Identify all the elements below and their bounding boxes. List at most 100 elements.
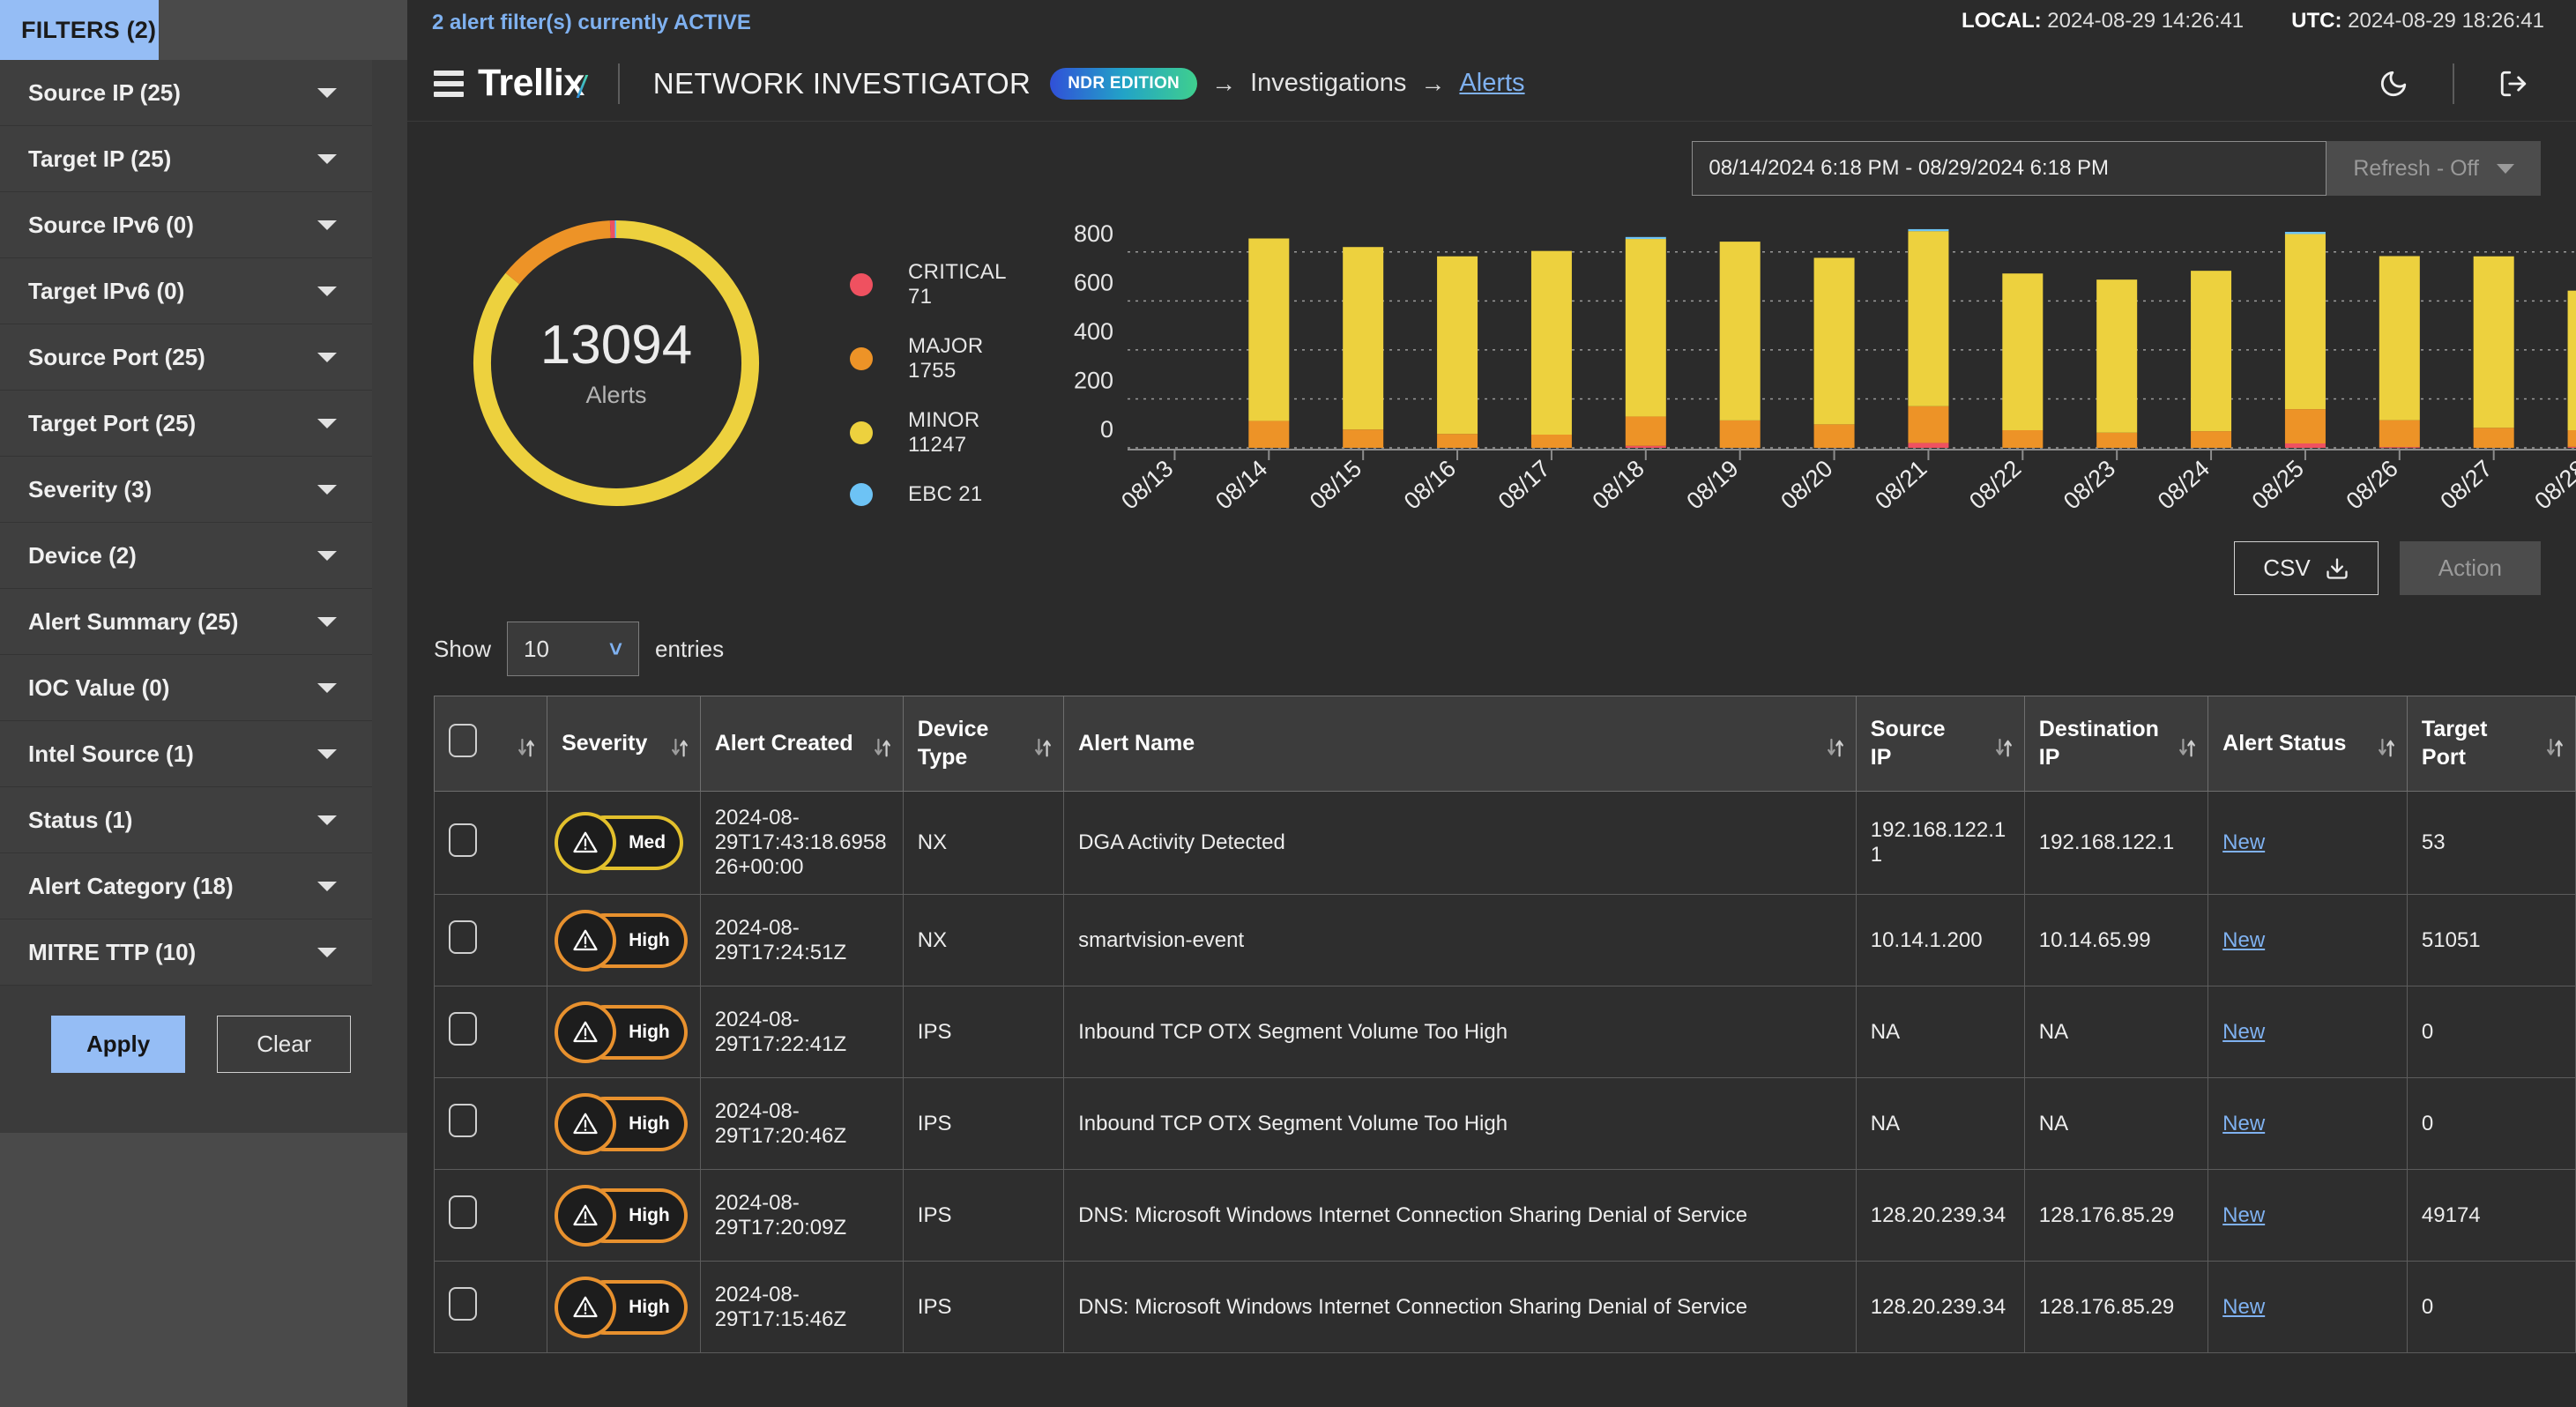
sort-icon[interactable] <box>1826 738 1845 761</box>
legend-item[interactable]: MAJOR 1755 <box>850 334 1006 383</box>
table-header-checkbox[interactable] <box>435 696 547 792</box>
legend-item[interactable]: EBC 21 <box>850 482 1006 507</box>
bar-segment-critical[interactable] <box>1908 443 1948 448</box>
alert-status-link[interactable]: New <box>2222 1203 2265 1227</box>
bar-segment-critical[interactable] <box>2285 443 2326 448</box>
breadcrumb-alerts[interactable]: Alerts <box>1459 69 1524 98</box>
bar-segment-minor[interactable] <box>1531 251 1572 435</box>
filter-row[interactable]: Target IPv6 (0) <box>0 258 372 324</box>
filter-row[interactable]: Target Port (25) <box>0 391 372 457</box>
bar-segment-minor[interactable] <box>2096 279 2137 433</box>
row-checkbox[interactable] <box>449 1104 477 1137</box>
table-header-alert_created[interactable]: Alert Created <box>700 696 903 792</box>
bar-segment-critical[interactable] <box>2567 447 2576 448</box>
bar-segment-major[interactable] <box>1531 435 1572 448</box>
bar-segment-major[interactable] <box>1343 429 1383 448</box>
bar-segment-major[interactable] <box>2379 421 2420 448</box>
menu-icon[interactable] <box>434 71 464 97</box>
filter-row[interactable]: Status (1) <box>0 787 372 853</box>
sort-icon[interactable] <box>2178 738 2197 761</box>
entries-per-page-select[interactable]: 10 ˅ <box>507 622 639 676</box>
bar-segment-minor[interactable] <box>1720 242 1761 421</box>
bar-segment-major[interactable] <box>2474 428 2514 448</box>
bar-segment-minor[interactable] <box>2567 291 2576 430</box>
bar-segment-ebc[interactable] <box>1908 229 1948 231</box>
action-button[interactable]: Action <box>2400 541 2541 595</box>
table-header-alert_status[interactable]: Alert Status <box>2208 696 2408 792</box>
table-header-destination_ip[interactable]: DestinationIP <box>2024 696 2207 792</box>
bar-segment-minor[interactable] <box>1343 247 1383 429</box>
legend-item[interactable]: MINOR 11247 <box>850 408 1006 458</box>
filter-row[interactable]: Intel Source (1) <box>0 721 372 787</box>
bar-segment-minor[interactable] <box>2474 257 2514 428</box>
bar-segment-major[interactable] <box>1813 424 1854 448</box>
bar-segment-major[interactable] <box>1626 416 1666 445</box>
table-row[interactable]: High2024-08-29T17:20:46ZIPSInbound TCP O… <box>435 1078 2576 1170</box>
bar-segment-minor[interactable] <box>2285 234 2326 410</box>
row-checkbox[interactable] <box>449 1195 477 1229</box>
filter-row[interactable]: IOC Value (0) <box>0 655 372 721</box>
table-header-device_type[interactable]: DeviceType <box>903 696 1063 792</box>
filter-row[interactable]: MITRE TTP (10) <box>0 919 372 986</box>
filter-row[interactable]: Severity (3) <box>0 457 372 523</box>
alert-status-link[interactable]: New <box>2222 830 2265 854</box>
bar-segment-minor[interactable] <box>1437 257 1478 434</box>
legend-item[interactable]: CRITICAL 71 <box>850 260 1006 309</box>
table-header-source_ip[interactable]: SourceIP <box>1856 696 2024 792</box>
filter-row[interactable]: Alert Category (18) <box>0 853 372 919</box>
dark-mode-icon[interactable] <box>2364 55 2423 113</box>
row-checkbox[interactable] <box>449 1287 477 1321</box>
table-row[interactable]: High2024-08-29T17:20:09ZIPSDNS: Microsof… <box>435 1170 2576 1262</box>
bar-segment-minor[interactable] <box>1626 239 1666 416</box>
filter-row[interactable]: Target IP (25) <box>0 126 372 192</box>
table-row[interactable]: High2024-08-29T17:15:46ZIPSDNS: Microsof… <box>435 1262 2576 1353</box>
table-row[interactable]: Med2024-08-29T17:43:18.695826+00:00NXDGA… <box>435 792 2576 895</box>
bar-segment-major[interactable] <box>1248 421 1289 448</box>
clear-filters-button[interactable]: Clear <box>217 1016 351 1073</box>
filter-row[interactable]: Source IP (25) <box>0 60 372 126</box>
sort-icon[interactable] <box>1033 738 1053 761</box>
bar-segment-ebc[interactable] <box>2285 232 2326 234</box>
select-all-checkbox[interactable] <box>449 724 477 757</box>
filter-row[interactable]: Source IPv6 (0) <box>0 192 372 258</box>
bar-segment-major[interactable] <box>2096 433 2137 448</box>
table-row[interactable]: High2024-08-29T17:24:51ZNXsmartvision-ev… <box>435 895 2576 986</box>
table-header-alert_name[interactable]: Alert Name <box>1064 696 1857 792</box>
alert-status-link[interactable]: New <box>2222 1020 2265 1044</box>
bar-segment-minor[interactable] <box>2379 257 2420 421</box>
trellix-logo[interactable]: Trellix <box>478 62 584 105</box>
logout-icon[interactable] <box>2484 55 2542 113</box>
filter-row[interactable]: Source Port (25) <box>0 324 372 391</box>
bar-segment-major[interactable] <box>2002 430 2043 448</box>
bar-segment-minor[interactable] <box>2191 271 2231 431</box>
row-checkbox[interactable] <box>449 920 477 954</box>
table-header-severity[interactable]: Severity <box>547 696 701 792</box>
csv-export-button[interactable]: CSV <box>2234 541 2378 595</box>
filter-row[interactable]: Device (2) <box>0 523 372 589</box>
sort-icon[interactable] <box>873 738 892 761</box>
apply-filters-button[interactable]: Apply <box>51 1016 185 1073</box>
filters-tab[interactable]: FILTERS (2) <box>0 0 159 60</box>
bar-segment-minor[interactable] <box>2002 273 2043 430</box>
row-checkbox[interactable] <box>449 1012 477 1046</box>
filter-row[interactable]: Alert Summary (25) <box>0 589 372 655</box>
date-range-input[interactable]: 08/14/2024 6:18 PM - 08/29/2024 6:18 PM <box>1692 141 2327 196</box>
row-checkbox[interactable] <box>449 823 477 857</box>
bar-segment-major[interactable] <box>1437 434 1478 448</box>
bar-segment-ebc[interactable] <box>1626 237 1666 239</box>
sort-icon[interactable] <box>2545 738 2565 761</box>
table-row[interactable]: High2024-08-29T17:22:41ZIPSInbound TCP O… <box>435 986 2576 1078</box>
bar-segment-minor[interactable] <box>1813 257 1854 424</box>
refresh-dropdown[interactable]: Refresh - Off <box>2327 141 2541 196</box>
table-header-target_port[interactable]: TargetPort <box>2407 696 2575 792</box>
bar-segment-major[interactable] <box>2567 430 2576 447</box>
alert-status-link[interactable]: New <box>2222 928 2265 952</box>
sort-icon[interactable] <box>1994 738 2014 761</box>
alert-status-link[interactable]: New <box>2222 1295 2265 1319</box>
sort-icon[interactable] <box>670 738 689 761</box>
bar-segment-major[interactable] <box>1908 406 1948 443</box>
bar-segment-major[interactable] <box>1720 421 1761 448</box>
bar-segment-major[interactable] <box>2191 431 2231 448</box>
bar-segment-minor[interactable] <box>1908 231 1948 406</box>
bar-segment-major[interactable] <box>2285 409 2326 443</box>
